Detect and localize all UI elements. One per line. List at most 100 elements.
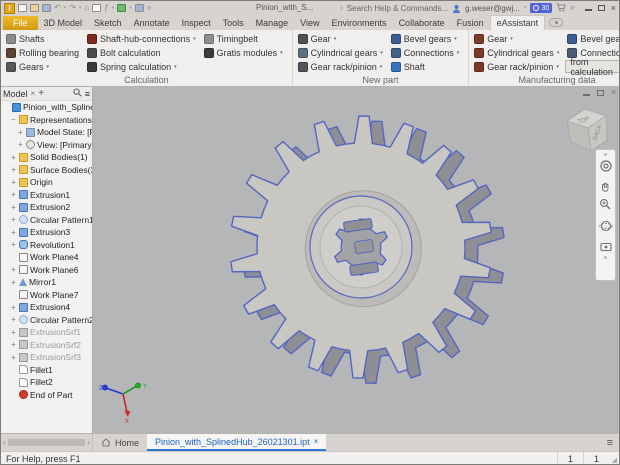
open-file-icon[interactable] xyxy=(30,4,39,12)
gear-model[interactable] xyxy=(93,87,620,433)
tree-item-fillet2[interactable]: Fillet2 xyxy=(1,376,92,389)
tab-active-document[interactable]: Pinion_with_SplinedHub_26021301.ipt × xyxy=(147,434,326,451)
browser-menu-icon[interactable]: ≡ xyxy=(85,89,90,99)
toolbar-more-icon[interactable]: » xyxy=(570,4,574,12)
new-file-icon[interactable] xyxy=(18,4,27,12)
doc-minimize-button[interactable] xyxy=(583,90,590,96)
navbar-handle-top[interactable] xyxy=(604,153,607,156)
material-caret-icon[interactable]: ▾ xyxy=(129,5,132,11)
menu-tab-fusion[interactable]: Fusion xyxy=(451,16,490,30)
close-button[interactable]: × xyxy=(611,4,616,13)
update-icon[interactable]: ƒ xyxy=(104,4,108,12)
tree-expander-icon[interactable]: + xyxy=(10,328,17,337)
tree-expander-icon[interactable]: − xyxy=(10,115,17,124)
resize-grip[interactable]: ◢ xyxy=(609,452,619,465)
tree-item-extrusion4[interactable]: +Extrusion4 xyxy=(1,301,92,314)
zoom-caret-icon[interactable]: · xyxy=(605,213,607,217)
tree-item-extrusionsrf1[interactable]: +ExtrusionSrf1 xyxy=(1,326,92,339)
md-gear-rack-pinion-button[interactable]: Gear rack/pinion▾ xyxy=(472,60,561,74)
cart-icon[interactable] xyxy=(556,3,566,14)
browser-add-icon[interactable]: + xyxy=(38,88,44,99)
tree-expander-icon[interactable]: + xyxy=(10,315,17,324)
gears-button[interactable]: Gears▾ xyxy=(4,60,81,74)
minimize-button[interactable] xyxy=(585,5,592,11)
browser-close-icon[interactable]: × xyxy=(31,89,36,98)
np-shaft-button[interactable]: Shaft xyxy=(389,60,462,74)
material-icon[interactable] xyxy=(117,4,126,12)
scrollbar-thumb[interactable] xyxy=(8,439,86,446)
tree-item-fillet1[interactable]: Fillet1 xyxy=(1,364,92,377)
tree-item-origin[interactable]: +Origin xyxy=(1,176,92,189)
tree-item-surface-bodies-3[interactable]: +Surface Bodies(3) xyxy=(1,164,92,177)
zoom-icon[interactable] xyxy=(599,198,612,211)
menu-tab-eassistant[interactable]: eAssistant xyxy=(490,15,546,30)
navbar-handle-bottom[interactable] xyxy=(604,256,607,259)
tree-item-circular-pattern1[interactable]: +Circular Pattern1 xyxy=(1,214,92,227)
undo-caret-icon[interactable]: ▾ xyxy=(64,5,67,11)
doc-tabs-menu-icon[interactable]: ≡ xyxy=(607,434,619,451)
md-cylindrical-gears-button[interactable]: Cylindrical gears▾ xyxy=(472,46,561,60)
return-icon[interactable] xyxy=(92,4,101,12)
user-caret-icon[interactable]: ▾ xyxy=(524,5,527,11)
menu-tab-manage[interactable]: Manage xyxy=(250,16,295,30)
update-caret-icon[interactable]: ▾ xyxy=(112,5,115,11)
tree-expander-icon[interactable]: + xyxy=(17,128,24,137)
tree-expander-icon[interactable]: + xyxy=(10,178,17,187)
menu-tab-environments[interactable]: Environments xyxy=(326,16,393,30)
menu-tab-3d-model[interactable]: 3D Model xyxy=(38,16,89,30)
tab-home[interactable]: Home xyxy=(93,434,147,451)
spring-calculation-button[interactable]: Spring calculation▾ xyxy=(85,60,198,74)
user-avatar-icon[interactable] xyxy=(452,4,461,13)
scroll-left-icon[interactable]: ‹ xyxy=(3,438,6,447)
search-input[interactable]: Search Help & Commands... xyxy=(347,4,448,13)
tree-expander-icon[interactable]: + xyxy=(10,265,17,274)
md-gear-button[interactable]: Gear▾ xyxy=(472,32,561,46)
tree-item-extrusion2[interactable]: +Extrusion2 xyxy=(1,201,92,214)
tree-expander-icon[interactable]: + xyxy=(10,165,17,174)
tree-item-work-plane7[interactable]: Work Plane7 xyxy=(1,289,92,302)
look-at-icon[interactable] xyxy=(599,241,613,253)
undo-icon[interactable]: ↶ xyxy=(54,4,61,12)
tree-item-work-plane4[interactable]: Work Plane4 xyxy=(1,251,92,264)
tree-expander-icon[interactable]: + xyxy=(10,203,17,212)
tree-item-mirror1[interactable]: +Mirror1 xyxy=(1,276,92,289)
steering-wheel-icon[interactable] xyxy=(599,159,613,173)
browser-search-icon[interactable] xyxy=(73,88,82,99)
menu-tab-annotate[interactable]: Annotate xyxy=(128,16,176,30)
home-icon[interactable]: ⌂ xyxy=(84,4,89,12)
tree-expander-icon[interactable]: + xyxy=(10,353,17,362)
tree-expander-icon[interactable]: + xyxy=(10,190,17,199)
graphics-viewport[interactable]: × TOP BACK · · · Z xyxy=(93,87,620,433)
tree-item-work-plane6[interactable]: +Work Plane6 xyxy=(1,264,92,277)
tree-expander-icon[interactable]: + xyxy=(10,240,17,249)
tree-item-circular-pattern2[interactable]: +Circular Pattern2 xyxy=(1,314,92,327)
timingbelt-button[interactable]: Timingbelt xyxy=(202,32,285,46)
menu-tab-tools[interactable]: Tools xyxy=(217,16,250,30)
browser-horizontal-scrollbar[interactable]: ‹ › xyxy=(1,434,93,451)
np-connections-button[interactable]: Connections▾ xyxy=(389,46,462,60)
redo-caret-icon[interactable]: ▾ xyxy=(79,5,82,11)
tree-item-extrusion3[interactable]: +Extrusion3 xyxy=(1,226,92,239)
rolling-bearing-button[interactable]: Rolling bearing xyxy=(4,46,81,60)
tree-expander-icon[interactable]: + xyxy=(10,153,17,162)
bolt-calculation-button[interactable]: Bolt calculation xyxy=(85,46,198,60)
signed-in-user[interactable]: g.weser@gwj... xyxy=(465,4,520,13)
doc-tab-close-icon[interactable]: × xyxy=(314,437,319,446)
doc-restore-button[interactable] xyxy=(597,90,604,96)
redo-icon[interactable]: ↷ xyxy=(69,4,76,12)
save-icon[interactable] xyxy=(42,4,51,12)
menu-tab-file[interactable]: File xyxy=(3,16,38,30)
tree-item-extrusion1[interactable]: +Extrusion1 xyxy=(1,189,92,202)
tree-item-representations[interactable]: −Representations xyxy=(1,114,92,127)
shafts-button[interactable]: Shafts xyxy=(4,32,81,46)
browser-tab-model[interactable]: Model xyxy=(3,89,28,99)
tree-item-extrusionsrf2[interactable]: +ExtrusionSrf2 xyxy=(1,339,92,352)
doc-close-button[interactable]: × xyxy=(611,89,616,97)
pan-hand-icon[interactable] xyxy=(599,181,612,194)
orbit-caret-icon[interactable]: · xyxy=(605,235,607,239)
np-gear-button[interactable]: Gear▾ xyxy=(296,32,385,46)
menu-tab-sketch[interactable]: Sketch xyxy=(88,16,128,30)
tree-expander-icon[interactable]: + xyxy=(10,278,17,287)
ribbon-display-toggle-icon[interactable] xyxy=(549,18,563,27)
steering-wheel-caret-icon[interactable]: · xyxy=(605,175,607,179)
